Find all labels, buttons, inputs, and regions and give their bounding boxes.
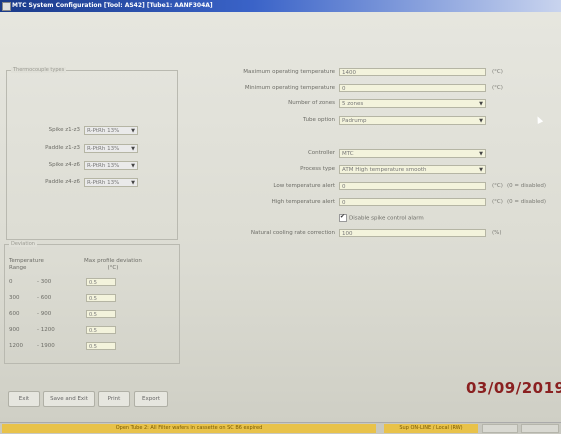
range-0-to: - 300: [37, 279, 52, 285]
high-alert-unit: (°C): [492, 199, 503, 205]
paddle-z1-z3-select[interactable]: R-PtRh 13% ▼: [84, 144, 138, 153]
low-alert-unit: (°C): [492, 183, 503, 189]
thermocouple-group-title: Thermocouple types: [11, 67, 67, 73]
range-3-from: 900: [9, 327, 20, 333]
dialog-client-area: Thermocouple types Spike z1-z3 R-PtRh 13…: [0, 12, 561, 422]
chevron-down-icon: ▼: [131, 180, 135, 186]
low-alert-input[interactable]: 0: [339, 182, 486, 190]
paddle-z4-z6-value: R-PtRh 13%: [87, 180, 120, 186]
max-temp-label: Maximum operating temperature: [243, 69, 335, 75]
checkmark-icon: ✔: [340, 213, 346, 220]
window-titlebar: MTC System Configuration [Tool: AS42] [T…: [0, 0, 561, 12]
chevron-down-icon: ▼: [479, 151, 483, 157]
spike-z1-z3-value: R-PtRh 13%: [87, 128, 120, 134]
controller-label: Controller: [307, 150, 335, 156]
spike-alarm-checkbox[interactable]: ✔: [339, 213, 347, 222]
deviation-input-1[interactable]: 0.5: [86, 294, 116, 302]
zones-value: 5 zones: [342, 101, 364, 107]
high-alert-input[interactable]: 0: [339, 198, 486, 206]
deviation-input-4[interactable]: 0.5: [86, 342, 116, 350]
high-alert-note: (0 = disabled): [507, 199, 547, 205]
chevron-down-icon: ▼: [131, 128, 135, 134]
low-alert-label: Low temperature alert: [273, 183, 335, 189]
range-1-from: 300: [9, 295, 20, 301]
tube-option-select[interactable]: Padrump ▼: [339, 116, 486, 125]
chevron-down-icon: ▼: [479, 118, 483, 124]
max-temp-unit: (°C): [492, 69, 503, 75]
paddle-z1-z3-value: R-PtRh 13%: [87, 146, 120, 152]
cooling-rate-unit: (%): [492, 230, 502, 236]
exit-button[interactable]: Exit: [8, 391, 40, 407]
chevron-down-icon: ▼: [131, 163, 135, 169]
cooling-rate-label: Natural cooling rate correction: [250, 230, 335, 236]
process-type-label: Process type: [300, 166, 335, 172]
mouse-cursor-icon: [534, 115, 544, 124]
deviation-input-2[interactable]: 0.5: [86, 310, 116, 318]
zones-select[interactable]: 5 zones ▼: [339, 99, 486, 108]
deviation-input-3[interactable]: 0.5: [86, 326, 116, 334]
range-4-from: 1200: [9, 343, 23, 349]
tube-option-value: Padrump: [342, 118, 367, 124]
spike-z4-z6-select[interactable]: R-PtRh 13% ▼: [84, 161, 138, 170]
controller-select[interactable]: MTC ▼: [339, 149, 486, 158]
deviation-input-0[interactable]: 0.5: [86, 278, 116, 286]
temperature-range-header: Temperature Range: [9, 258, 44, 271]
cooling-rate-input[interactable]: 100: [339, 229, 486, 237]
chevron-down-icon: ▼: [131, 146, 135, 152]
spike-alarm-label: Disable spike control alarm: [349, 215, 424, 222]
chevron-down-icon: ▼: [479, 101, 483, 107]
status-slot: [521, 424, 559, 433]
process-type-value: ATM High temperature smooth: [342, 167, 427, 173]
range-0-from: 0: [9, 279, 13, 285]
range-1-to: - 600: [37, 295, 52, 301]
chevron-down-icon: ▼: [479, 167, 483, 173]
max-temp-input[interactable]: 1400: [339, 68, 486, 76]
thermocouple-group: Thermocouple types: [6, 67, 178, 240]
controller-value: MTC: [342, 151, 354, 157]
range-4-to: - 1900: [37, 343, 55, 349]
range-2-from: 600: [9, 311, 20, 317]
status-message: Open Tube 2: All Filter wafers in casset…: [2, 424, 376, 433]
save-and-exit-button[interactable]: Save and Exit: [43, 391, 95, 407]
low-alert-note: (0 = disabled): [507, 183, 547, 189]
spike-z1-z3-label: Spike z1-z3: [48, 127, 80, 133]
range-2-to: - 900: [37, 311, 52, 317]
range-3-to: - 1200: [37, 327, 55, 333]
high-alert-label: High temperature alert: [271, 199, 335, 205]
export-button[interactable]: Export: [134, 391, 168, 407]
min-temp-unit: (°C): [492, 85, 503, 91]
spike-z1-z3-select[interactable]: R-PtRh 13% ▼: [84, 126, 138, 135]
max-deviation-header: Max profile deviation (°C): [84, 258, 142, 271]
app-icon: [2, 2, 11, 11]
window-title: MTC System Configuration [Tool: AS42] [T…: [12, 2, 213, 9]
process-type-select[interactable]: ATM High temperature smooth ▼: [339, 165, 486, 174]
spike-alarm-checkbox-row[interactable]: ✔ Disable spike control alarm: [339, 213, 424, 222]
zones-label: Number of zones: [288, 100, 335, 106]
paddle-z4-z6-label: Paddle z4-z6: [45, 179, 80, 185]
min-temp-input[interactable]: 0: [339, 84, 486, 92]
status-mode: Sup ON-LINE / Local (RW): [384, 424, 478, 433]
print-button[interactable]: Print: [98, 391, 130, 407]
paddle-z1-z3-label: Paddle z1-z3: [45, 145, 80, 151]
min-temp-label: Minimum operating temperature: [244, 85, 335, 91]
date-stamp: 03/09/2019: [466, 379, 561, 397]
tube-option-label: Tube option: [302, 117, 335, 123]
spike-z4-z6-value: R-PtRh 13%: [87, 163, 120, 169]
status-bar: Open Tube 2: All Filter wafers in casset…: [0, 422, 561, 434]
deviation-group-title: Deviation: [9, 241, 37, 247]
paddle-z4-z6-select[interactable]: R-PtRh 13% ▼: [84, 178, 138, 187]
spike-z4-z6-label: Spike z4-z6: [48, 162, 80, 168]
status-slot: [482, 424, 518, 433]
